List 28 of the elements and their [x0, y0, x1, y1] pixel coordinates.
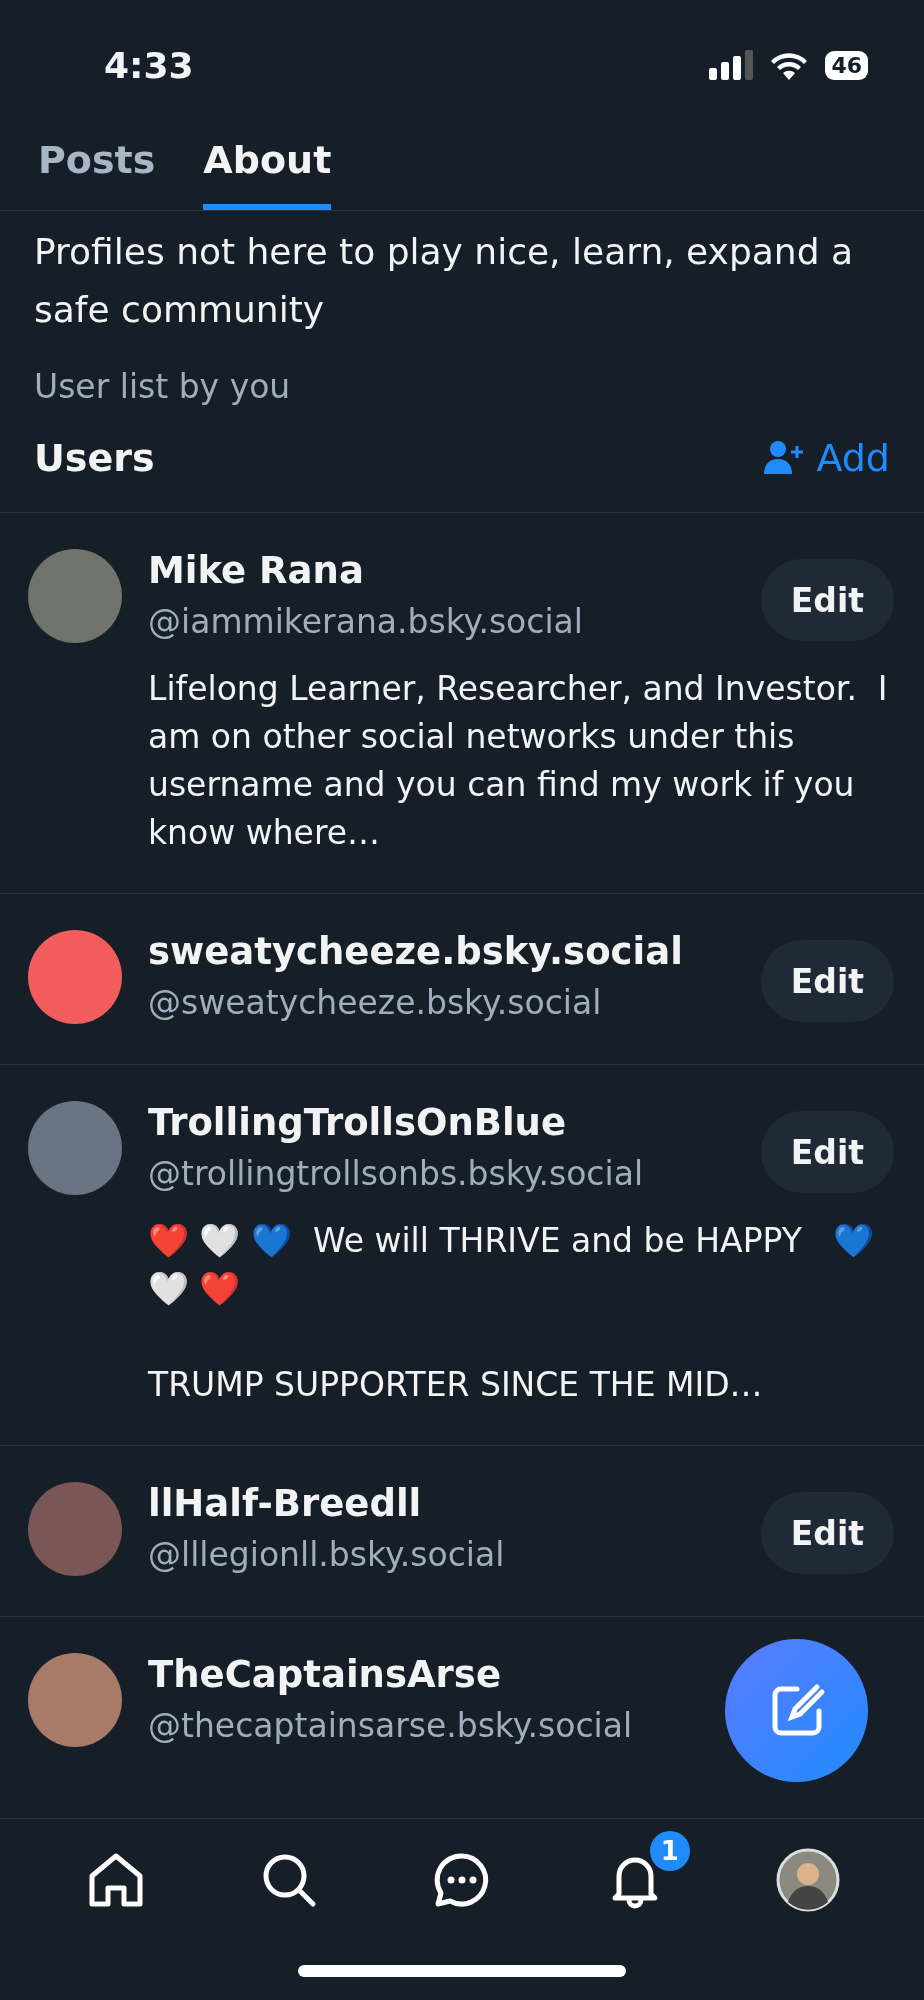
edit-button[interactable]: Edit: [760, 559, 894, 641]
add-button[interactable]: Add: [764, 436, 890, 480]
user-handle: @iammikerana.bsky.social: [148, 601, 583, 643]
add-person-icon: [764, 440, 805, 476]
user-name: TrollingTrollsOnBlue: [148, 1100, 568, 1146]
battery-level: 46: [825, 50, 868, 80]
tab[interactable]: Posts: [38, 130, 156, 210]
list-byline: User list by you: [33, 366, 292, 406]
user-handle: @sweatycheeze.bsky.social: [148, 982, 603, 1024]
signal-icon: [709, 50, 754, 80]
wifi-icon: [769, 50, 810, 80]
edit-button[interactable]: Edit: [760, 1111, 894, 1193]
user-handle: @lllegionll.bsky.social: [148, 1534, 505, 1576]
section-title: Users: [34, 436, 155, 480]
tab[interactable]: About: [203, 130, 332, 210]
status-time: 4:33: [104, 44, 194, 86]
user-name: Mike Rana: [148, 548, 365, 594]
list-description: Profiles not here to play nice, learn, expand a safe community: [33, 230, 854, 332]
edit-button[interactable]: Edit: [760, 1492, 894, 1574]
notification-badge: 1: [649, 1831, 690, 1871]
user-handle: @thecaptainsarse.bsky.social: [148, 1705, 633, 1747]
user-handle: @trollingtrollsonbs.bsky.social: [148, 1153, 644, 1195]
edit-button[interactable]: Edit: [760, 940, 894, 1022]
user-bio: Lifelong Learner, Researcher, and Investor. I am on other social networks under this username and you can find my work if you know where…: [148, 668, 889, 854]
user-name: sweatycheeze.bsky.social: [148, 929, 683, 975]
user-name: TheCaptainsArse: [148, 1652, 502, 1698]
user-bio: ❤ 🤍 💙 We will THRIVE and be HAPPY 💙 🤍 ❤ TRUMP SUPPORTER SINCE THE MID…: [148, 1220, 876, 1406]
user-name: llHalf-Breedll: [148, 1481, 423, 1527]
